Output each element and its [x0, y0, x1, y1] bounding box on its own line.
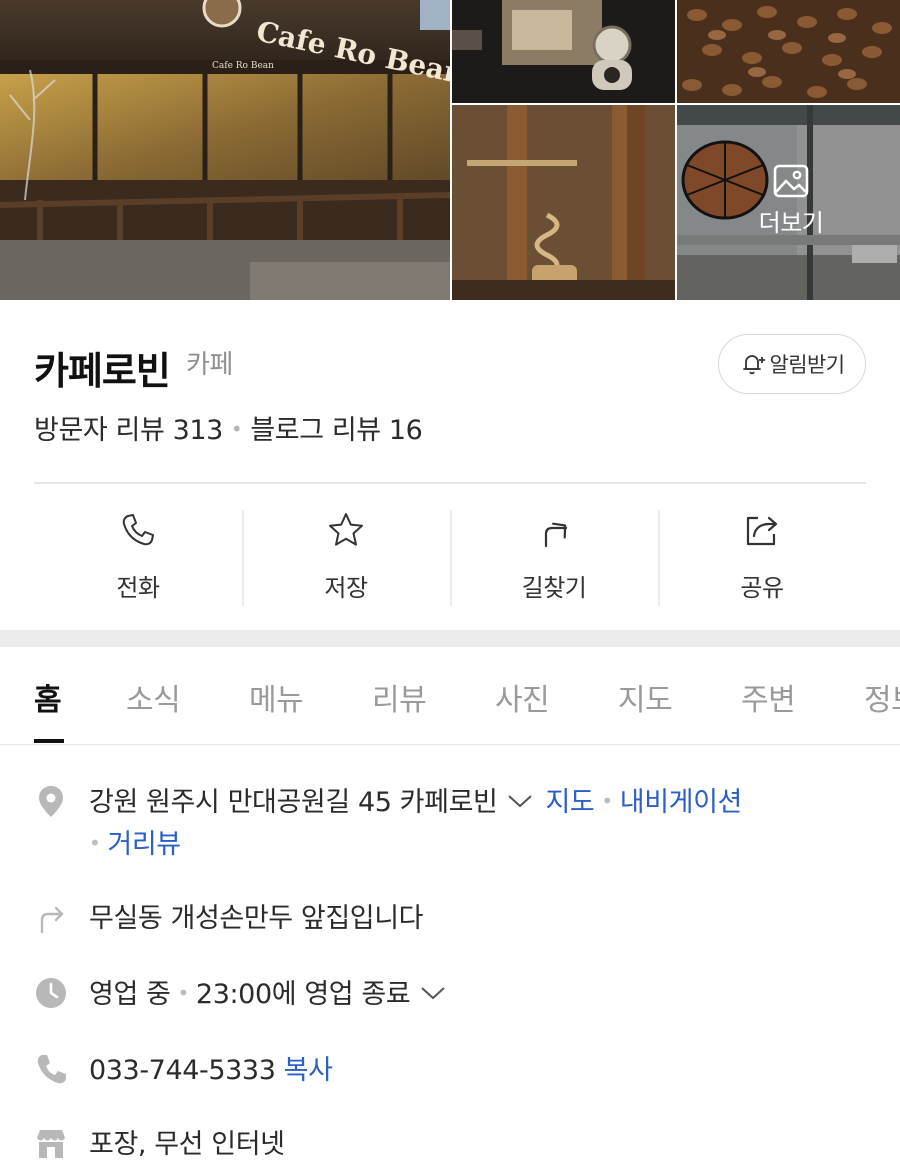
directions-icon: [544, 522, 568, 548]
place-category: 카페: [186, 350, 233, 380]
phone-icon: [37, 1055, 66, 1084]
directions-label: 길찾기: [521, 574, 587, 602]
directions-hint-text: 무실동 개성손만두 앞집입니다: [89, 903, 424, 934]
address-text[interactable]: 강원 원주시 만대공원길 45 카페로빈: [89, 787, 498, 818]
alarm-button[interactable]: 알림받기: [718, 334, 866, 394]
directions-hint-row: 무실동 개성손만두 앞집입니다: [34, 896, 874, 936]
roaster-photo[interactable]: [452, 0, 675, 103]
phone-number[interactable]: 033-744-5333: [89, 1055, 276, 1086]
copy-phone-button[interactable]: 복사: [284, 1055, 333, 1086]
tab-photos[interactable]: 사진: [495, 675, 550, 719]
map-link[interactable]: 지도: [545, 787, 594, 818]
phone-icon: [122, 514, 154, 546]
photo-gallery[interactable]: Cafe Ro Bean Cafe Ro Bean 더보기: [0, 0, 900, 300]
street-view-link[interactable]: 거리뷰: [107, 829, 181, 860]
lamp-photo[interactable]: 더보기: [677, 105, 900, 300]
tab-bar: 홈 소식 메뉴 리뷰 사진 지도 주변 정보: [0, 647, 900, 745]
more-photos-button[interactable]: 더보기: [677, 105, 900, 300]
divider: [34, 482, 866, 484]
tab-news[interactable]: 소식: [126, 675, 181, 719]
store-icon: [37, 1130, 65, 1158]
tab-nearby[interactable]: 주변: [741, 675, 796, 719]
bell-plus-icon: [742, 355, 765, 375]
tab-home[interactable]: 홈: [34, 675, 62, 719]
review-summary: 방문자 리뷰 313 • 블로그 리뷰 16: [34, 408, 423, 447]
phone-row: 033-744-5333 복사: [34, 1048, 874, 1088]
share-label: 공유: [740, 574, 784, 602]
navigation-link[interactable]: 내비게이션: [620, 787, 743, 818]
save-button[interactable]: 저장: [242, 508, 450, 606]
storefront-small-sign: Cafe Ro Bean: [212, 61, 274, 71]
hours-row[interactable]: 영업 중 • 23:00에 영업 종료: [34, 972, 874, 1012]
share-button[interactable]: 공유: [658, 508, 866, 606]
main-photo[interactable]: Cafe Ro Bean Cafe Ro Bean: [0, 0, 450, 300]
visitor-reviews-link[interactable]: 방문자 리뷰 313: [34, 415, 223, 446]
separator-dot: •: [230, 417, 243, 441]
location-pin-icon: [39, 786, 63, 817]
separator-dot: •: [177, 981, 190, 1005]
hours-status: 영업 중: [89, 979, 171, 1010]
save-label: 저장: [324, 574, 368, 602]
chevron-down-icon[interactable]: [420, 985, 446, 1001]
share-icon: [746, 516, 778, 546]
amenities-row: 포장, 무선 인터넷: [34, 1122, 874, 1162]
separator-dot: •: [89, 831, 101, 855]
directions-button[interactable]: 길찾기: [450, 508, 658, 606]
coffee-beans-photo[interactable]: [677, 0, 900, 103]
amenities-text: 포장, 무선 인터넷: [89, 1129, 285, 1160]
tab-reviews[interactable]: 리뷰: [372, 675, 427, 719]
separator-dot: •: [601, 789, 613, 813]
address-row: 강원 원주시 만대공원길 45 카페로빈 지도 • 내비게이션 • 거리뷰: [34, 780, 874, 870]
call-button[interactable]: 전화: [34, 508, 242, 606]
more-photos-label: 더보기: [758, 209, 824, 237]
tab-menu[interactable]: 메뉴: [249, 675, 304, 719]
hours-detail: 23:00에 영업 종료: [195, 979, 411, 1010]
action-bar: 전화 저장 길찾기 공유: [34, 508, 866, 606]
image-icon: [773, 164, 809, 198]
blog-reviews-link[interactable]: 블로그 리뷰 16: [250, 415, 423, 446]
alarm-label: 알림받기: [769, 353, 845, 377]
star-icon: [329, 513, 363, 546]
place-header: 카페로빈 카페 알림받기: [34, 332, 866, 402]
dripper-photo[interactable]: [452, 105, 675, 300]
tab-info[interactable]: 정보: [864, 675, 900, 719]
clock-icon: [36, 978, 66, 1008]
chevron-down-icon[interactable]: [507, 793, 533, 809]
place-name: 카페로빈: [34, 349, 171, 393]
active-tab-indicator: [34, 739, 64, 743]
section-separator: [0, 630, 900, 647]
call-label: 전화: [116, 574, 160, 602]
tab-map[interactable]: 지도: [618, 675, 673, 719]
turn-arrow-icon: [40, 906, 64, 934]
